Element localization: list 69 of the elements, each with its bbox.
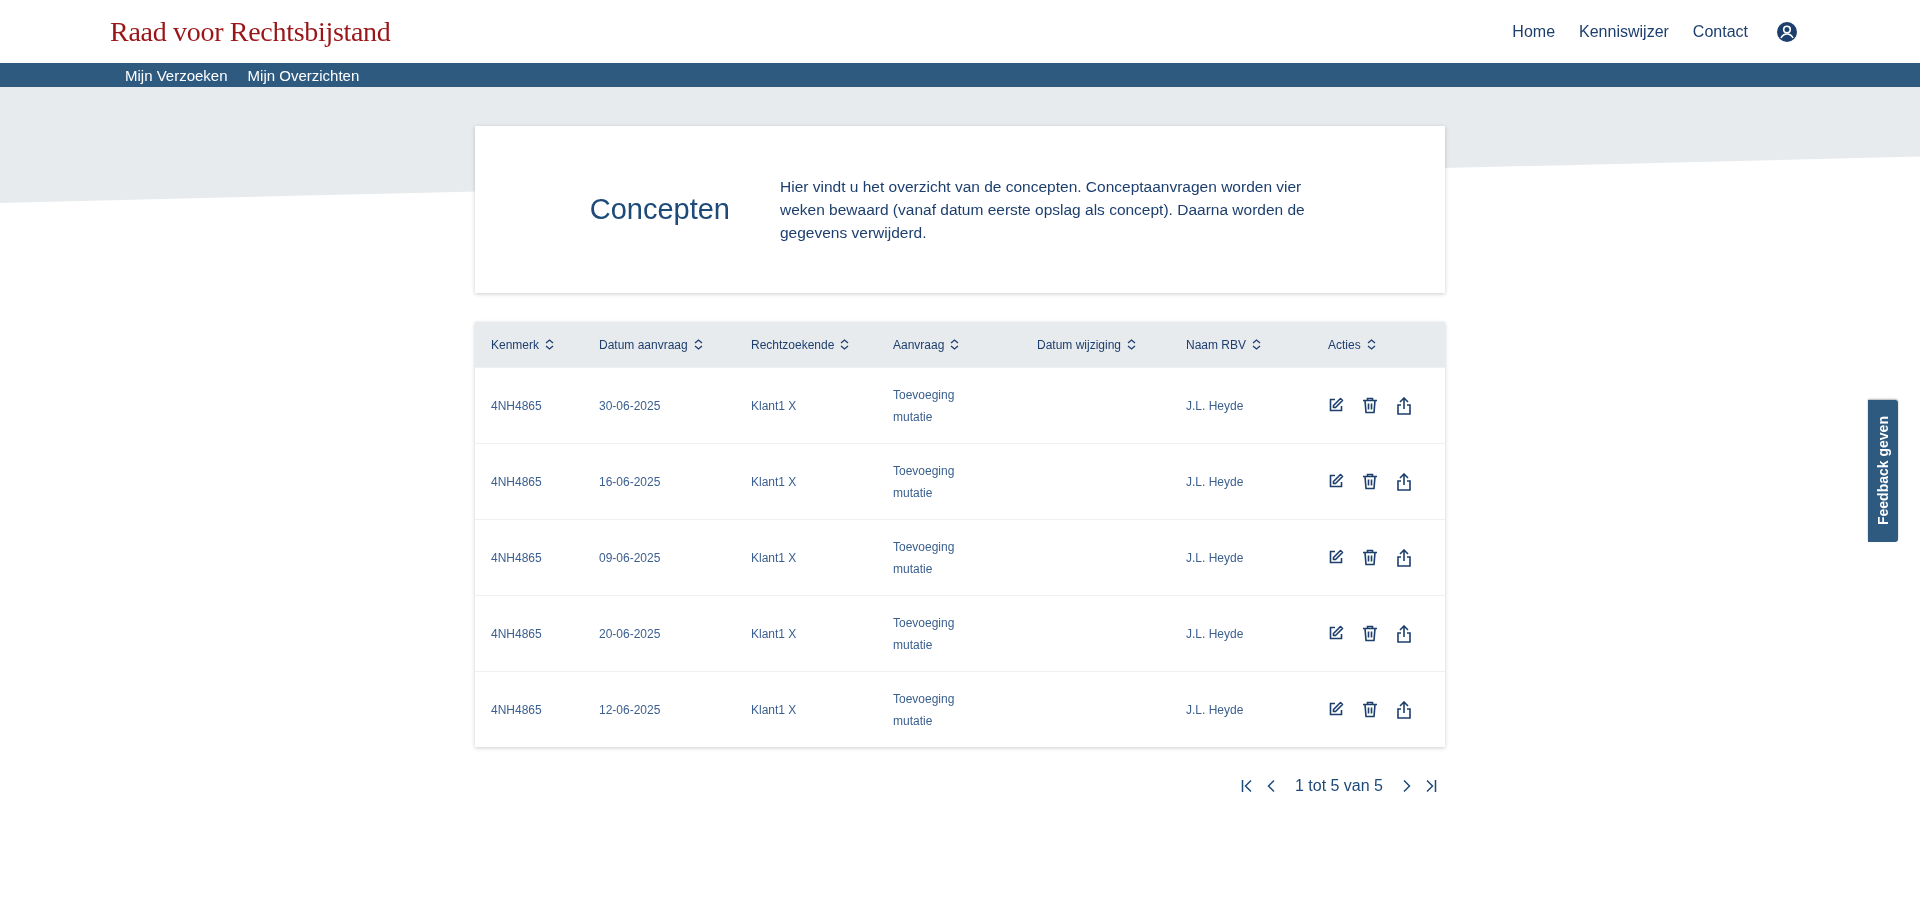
site-logo[interactable]: Raad voor Rechtsbijstand	[110, 15, 391, 48]
table-cell-text: 09-06-2025	[598, 550, 662, 565]
share-icon[interactable]	[1396, 624, 1412, 643]
column-header[interactable]: Aanvraag	[893, 337, 945, 352]
column-header[interactable]: Acties	[1328, 337, 1361, 352]
last-page-icon[interactable]	[1425, 779, 1437, 793]
user-icon[interactable]	[1776, 20, 1798, 43]
sort-icon[interactable]	[545, 339, 555, 350]
feedback-button[interactable]: Feedback geven	[1868, 400, 1898, 542]
nav-link[interactable]: Contact	[1692, 22, 1748, 41]
table-cell-text: Toevoeging mutatie	[893, 386, 956, 426]
trash-icon[interactable]	[1362, 396, 1378, 414]
table-cell-text: 16-06-2025	[598, 474, 662, 489]
subnav-link[interactable]: Mijn Verzoeken	[125, 66, 228, 84]
table-cell-text: J.L. Heyde	[1185, 702, 1245, 717]
sort-icon[interactable]	[1252, 339, 1262, 350]
table-cell-text: Toevoeging mutatie	[893, 690, 956, 730]
table-cell-text: 12-06-2025	[598, 702, 662, 717]
previous-page-icon[interactable]	[1266, 779, 1275, 793]
sort-icon[interactable]	[1127, 339, 1137, 350]
table-cell-text: Klant1 X	[750, 702, 798, 717]
intro-text: Hier vindt u het overzicht van de concepten. Conceptaanvragen worden vier weken bewaard (vanaf datum eerste opslag als concept). Daarna worden de gegevens verwijderd.	[780, 177, 1306, 243]
edit-icon[interactable]	[1328, 472, 1344, 489]
edit-icon[interactable]	[1328, 548, 1344, 565]
nav-link[interactable]: Kenniswijzer	[1579, 22, 1669, 41]
table-cell-text: 30-06-2025	[598, 398, 662, 413]
column-header[interactable]: Datum aanvraag	[599, 337, 688, 352]
page-title: Concepten	[588, 193, 731, 226]
edit-icon[interactable]	[1328, 624, 1344, 641]
next-page-icon[interactable]	[1403, 779, 1411, 793]
sort-icon[interactable]	[693, 339, 703, 350]
table-cell-text: J.L. Heyde	[1185, 398, 1245, 413]
share-icon[interactable]	[1396, 700, 1412, 719]
column-header[interactable]: Datum wijziging	[1037, 337, 1122, 352]
page-range-label: 1 tot 5 van 5	[1294, 777, 1383, 795]
table-cell-text: Klant1 X	[750, 550, 798, 565]
sort-icon[interactable]	[950, 339, 960, 350]
trash-icon[interactable]	[1362, 472, 1378, 490]
table-cell-text: 4NH4865	[490, 398, 543, 413]
share-icon[interactable]	[1396, 548, 1412, 567]
table-cell-text: Toevoeging mutatie	[893, 614, 956, 654]
table-cell-text: Klant1 X	[750, 474, 798, 489]
table-cell-text: Toevoeging mutatie	[893, 462, 956, 502]
edit-icon[interactable]	[1328, 396, 1344, 413]
table-cell-text: 4NH4865	[490, 626, 543, 641]
trash-icon[interactable]	[1362, 700, 1378, 718]
table-cell-text: 4NH4865	[490, 550, 543, 565]
sort-icon[interactable]	[840, 339, 850, 350]
table-cell-text: J.L. Heyde	[1185, 550, 1245, 565]
table-cell-text: J.L. Heyde	[1185, 474, 1245, 489]
edit-icon[interactable]	[1328, 700, 1344, 717]
trash-icon[interactable]	[1362, 624, 1378, 642]
share-icon[interactable]	[1396, 396, 1412, 415]
subnav-link[interactable]: Mijn Overzichten	[247, 66, 360, 84]
table-cell-text: J.L. Heyde	[1185, 626, 1245, 641]
table-cell-text: 4NH4865	[490, 702, 543, 717]
share-icon[interactable]	[1396, 472, 1412, 491]
table-cell-text: Toevoeging mutatie	[893, 538, 956, 578]
table-cell-text: Klant1 X	[750, 626, 798, 641]
sort-icon[interactable]	[1366, 339, 1376, 350]
first-page-icon[interactable]	[1240, 779, 1253, 793]
table-cell-text: 20-06-2025	[598, 626, 662, 641]
table-cell-text: 4NH4865	[490, 474, 543, 489]
nav-link[interactable]: Home	[1512, 22, 1556, 41]
trash-icon[interactable]	[1362, 548, 1378, 566]
column-header[interactable]: Naam RBV	[1186, 337, 1247, 352]
column-header[interactable]: Rechtzoekende	[751, 337, 835, 352]
table-cell-text: Klant1 X	[750, 398, 798, 413]
column-header[interactable]: Kenmerk	[491, 337, 540, 352]
